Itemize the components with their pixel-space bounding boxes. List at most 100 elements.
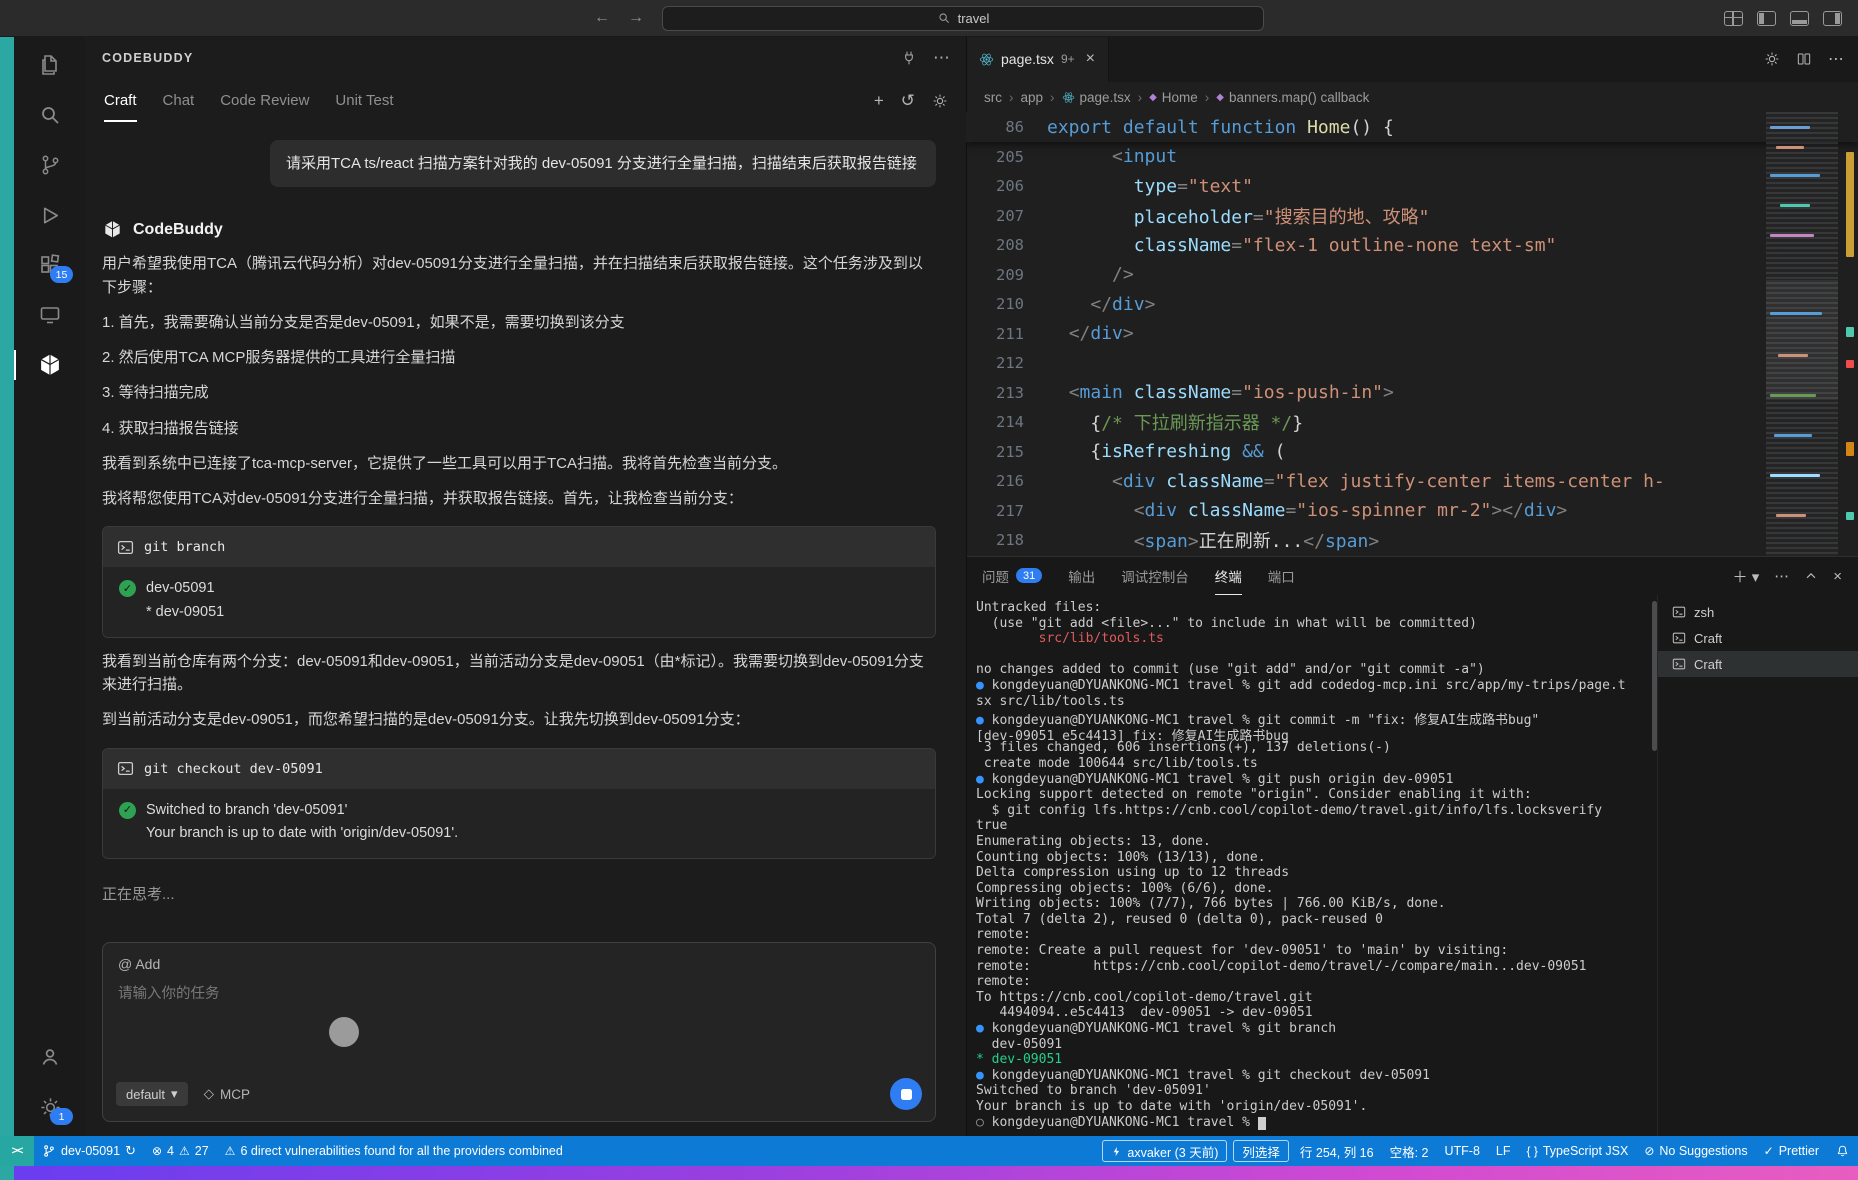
panel-tab-ports[interactable]: 端口 xyxy=(1268,557,1295,595)
symbol-icon: ◆ xyxy=(1216,91,1224,103)
problems-count-badge: 31 xyxy=(1016,568,1043,583)
mcp-button[interactable]: ◇ MCP xyxy=(204,1086,250,1102)
terminal-session-1-craft[interactable]: Craft xyxy=(1658,625,1858,651)
notifications-bell[interactable] xyxy=(1827,1136,1858,1166)
vscode-window: ← → travel 15 1 CODEBUDDY ⋯ Craft Chat C… xyxy=(0,0,1858,1180)
panel-tab-debug-console[interactable]: 调试控制台 xyxy=(1121,557,1189,595)
git-blame-indicator[interactable]: axvaker (3 天前) xyxy=(1102,1140,1228,1162)
code-line: 205 <input xyxy=(966,142,1858,172)
history-icon[interactable]: ↺ xyxy=(901,91,915,111)
codebuddy-tab-unit-test[interactable]: Unit Test xyxy=(335,80,393,122)
back-icon[interactable]: ← xyxy=(594,9,610,27)
terminal-line: ● kongdeyuan@DYUANKONG-MC1 travel % git … xyxy=(976,1021,1337,1037)
codebuddy-tab-chat[interactable]: Chat xyxy=(163,80,195,122)
tool-call-header[interactable]: git branch xyxy=(103,527,935,568)
overview-ruler[interactable] xyxy=(1838,112,1858,556)
loading-indicator xyxy=(329,1017,359,1047)
panel-tab-output[interactable]: 输出 xyxy=(1068,557,1095,595)
task-input[interactable]: 请输入你的任务 xyxy=(118,982,920,1003)
breadcrumb-item[interactable]: app xyxy=(1021,90,1044,105)
tool-call-header[interactable]: git checkout dev-05091 xyxy=(103,748,935,789)
terminal-line: src/lib/tools.ts xyxy=(1038,631,1164,647)
close-panel-icon[interactable]: × xyxy=(1833,568,1842,585)
sidebar-item-account[interactable] xyxy=(14,1032,86,1082)
language-mode[interactable]: { } TypeScript JSX xyxy=(1519,1136,1637,1166)
terminal-session-0-zsh[interactable]: zsh xyxy=(1658,599,1858,625)
position-text: 行 254, 列 16 xyxy=(1299,1145,1374,1160)
sticky-line: 86 export default function Home() { xyxy=(966,112,1858,142)
new-terminal-icon[interactable]: ＋ ▾ xyxy=(1733,566,1760,587)
editor-tab-page-tsx[interactable]: page.tsx 9+ × xyxy=(966,36,1109,82)
command-center-search[interactable]: travel xyxy=(662,5,1264,31)
more-actions-icon[interactable]: ⋯ xyxy=(1828,49,1844,69)
new-chat-icon[interactable]: + xyxy=(874,91,884,111)
output-line: dev-05091 xyxy=(146,580,215,597)
problems-indicator[interactable]: ⊗ 4 ⚠ 27 xyxy=(144,1136,217,1166)
code-line: 206 type="text" xyxy=(966,172,1858,202)
panel-tab-problems[interactable]: 问题 31 xyxy=(982,557,1043,595)
sidebar-item-remote-explorer[interactable] xyxy=(14,290,86,340)
terminal-session-2-craft[interactable]: Craft xyxy=(1658,651,1858,677)
sidebar-item-settings[interactable]: 1 xyxy=(14,1082,86,1132)
sidebar-item-search[interactable] xyxy=(14,90,86,140)
customize-layout-icon[interactable] xyxy=(1724,10,1743,26)
minimap-viewport xyxy=(1766,280,1838,400)
branch-indicator[interactable]: dev-05091 ↻ xyxy=(34,1136,144,1166)
minimap[interactable] xyxy=(1766,112,1838,556)
tool-call-output: ✓ Switched to branch 'dev-05091' Your br… xyxy=(103,788,935,858)
column-selection-indicator[interactable]: 列选择 xyxy=(1233,1140,1289,1162)
cursor-position[interactable]: 行 254, 列 16 xyxy=(1292,1136,1382,1166)
stop-button[interactable] xyxy=(890,1078,922,1110)
code-line: 218 <span>正在刷新...</span> xyxy=(966,526,1858,556)
close-tab-icon[interactable]: × xyxy=(1086,50,1095,68)
user-message: 请采用TCA ts/react 扫描方案针对我的 dev-05091 分支进行全… xyxy=(270,140,936,188)
sidebar-item-extensions[interactable]: 15 xyxy=(14,240,86,290)
terminal-line: dev-05091 xyxy=(976,1036,1063,1052)
command-text: git branch xyxy=(144,539,226,556)
editor-settings-icon[interactable] xyxy=(1764,51,1780,67)
code-line: 217 <div className="ios-spinner mr-2"></… xyxy=(966,496,1858,526)
codebuddy-tab-code-review[interactable]: Code Review xyxy=(220,80,309,122)
remote-indicator[interactable]: >< xyxy=(0,1136,34,1166)
sidebar-item-source-control[interactable] xyxy=(14,140,86,190)
more-actions-icon[interactable]: ⋯ xyxy=(1774,567,1789,585)
toggle-secondary-sidebar-icon[interactable] xyxy=(1823,10,1842,26)
add-context-button[interactable]: @ Add xyxy=(118,956,920,972)
more-actions-icon[interactable]: ⋯ xyxy=(933,48,950,68)
breadcrumb-item[interactable]: page.tsx xyxy=(1062,90,1131,105)
sidebar-item-explorer[interactable] xyxy=(14,40,86,90)
security-indicator[interactable]: ⚠ 6 direct vulnerabilities found for all… xyxy=(217,1136,571,1166)
panel-tab-terminal[interactable]: 终端 xyxy=(1214,557,1242,595)
braces-icon: { } xyxy=(1526,1144,1538,1158)
toggle-panel-icon[interactable] xyxy=(1790,10,1809,26)
encoding-indicator[interactable]: UTF-8 xyxy=(1436,1136,1487,1166)
sidebar-item-codebuddy[interactable] xyxy=(14,340,86,390)
terminal-icon xyxy=(1672,605,1686,619)
code-line: 212 xyxy=(966,349,1858,379)
model-selector[interactable]: default ▾ xyxy=(116,1082,188,1106)
codebuddy-tab-craft[interactable]: Craft xyxy=(104,80,137,122)
sidebar-item-run-debug[interactable] xyxy=(14,190,86,240)
breadcrumb-item[interactable]: src xyxy=(984,90,1002,105)
eol-indicator[interactable]: LF xyxy=(1488,1136,1519,1166)
composer-toolbar: default ▾ ◇ MCP xyxy=(116,1078,922,1110)
indentation-indicator[interactable]: 空格: 2 xyxy=(1382,1136,1437,1166)
mcp-plug-icon[interactable] xyxy=(901,50,917,66)
breadcrumb-item[interactable]: ◆ Home xyxy=(1149,90,1198,105)
chat-scroll-area[interactable]: 请采用TCA ts/react 扫描方案针对我的 dev-05091 分支进行全… xyxy=(86,124,966,958)
chat-composer[interactable]: @ Add 请输入你的任务 default ▾ ◇ MCP xyxy=(102,942,936,1122)
toggle-sidebar-icon[interactable] xyxy=(1757,10,1776,26)
terminal-scrollbar[interactable] xyxy=(1652,601,1657,751)
terminal-line: remote: xyxy=(976,927,1031,943)
chat-settings-icon[interactable] xyxy=(932,93,948,109)
formatter-status[interactable]: ✓ Prettier xyxy=(1756,1136,1827,1166)
breadcrumb-item[interactable]: ◆ banners.map() callback xyxy=(1216,90,1369,105)
code-editor[interactable]: 86 export default function Home() { 205 <… xyxy=(966,112,1858,556)
maximize-panel-icon[interactable] xyxy=(1804,569,1818,583)
suggestions-status[interactable]: ⊘ No Suggestions xyxy=(1636,1136,1755,1166)
line-number: 209 xyxy=(996,265,1024,284)
terminal-line: Untracked files: xyxy=(976,600,1102,615)
split-editor-icon[interactable] xyxy=(1796,51,1812,67)
forward-icon[interactable]: → xyxy=(628,9,644,27)
terminal-output[interactable]: Untracked files: (use "git add <file>...… xyxy=(966,595,1658,1136)
